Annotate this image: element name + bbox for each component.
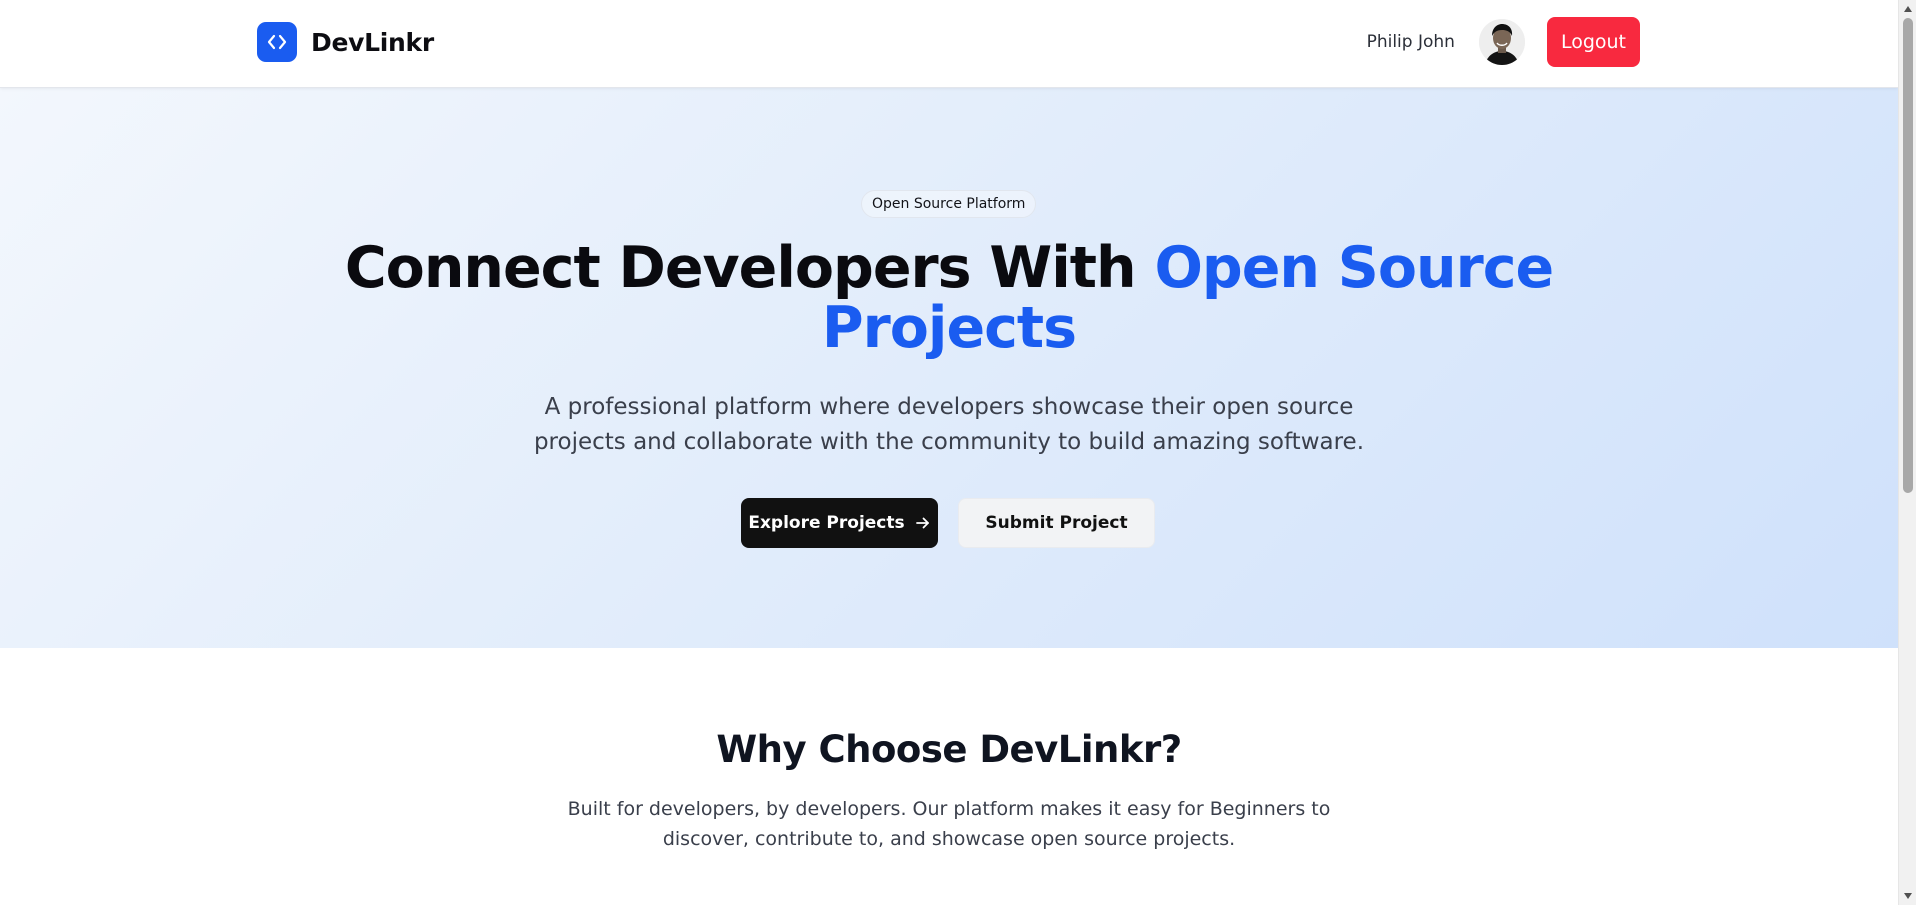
explore-projects-button[interactable]: Explore Projects (741, 498, 938, 548)
explore-projects-label: Explore Projects (748, 513, 905, 533)
scrollbar-thumb[interactable] (1903, 18, 1913, 493)
code-brackets-icon (257, 22, 297, 62)
hero-title-main: Connect Developers With (344, 235, 1155, 301)
hero-title: Connect Developers With Open Source Proj… (300, 238, 1598, 358)
arrow-right-icon (915, 517, 929, 529)
features-title: Why Choose DevLinkr? (716, 728, 1182, 771)
brand-link[interactable]: DevLinkr (257, 22, 434, 62)
scroll-up-icon[interactable] (1899, 1, 1916, 17)
hero-subtitle: A professional platform where developers… (533, 394, 1365, 455)
user-name: Philip John (1366, 32, 1455, 52)
scroll-down-icon[interactable] (1899, 888, 1916, 904)
features-section: Why Choose DevLinkr? Built for developer… (0, 648, 1898, 905)
hero-section: Open Source Platform Connect Developers … (0, 88, 1898, 648)
page-viewport: DevLinkr Philip John Logout Open Source … (0, 0, 1898, 905)
vertical-scrollbar[interactable] (1898, 0, 1916, 905)
brand-name: DevLinkr (311, 27, 434, 57)
submit-project-button[interactable]: Submit Project (958, 498, 1155, 548)
avatar[interactable] (1478, 19, 1525, 65)
logout-button[interactable]: Logout (1546, 17, 1640, 67)
hero-actions: Explore Projects Submit Project (741, 498, 1155, 548)
platform-badge: Open Source Platform (861, 190, 1037, 218)
top-navbar: DevLinkr Philip John Logout (0, 0, 1898, 88)
user-menu: Philip John Logout (1367, 17, 1640, 67)
features-subtitle: Built for developers, by developers. Our… (567, 798, 1331, 850)
